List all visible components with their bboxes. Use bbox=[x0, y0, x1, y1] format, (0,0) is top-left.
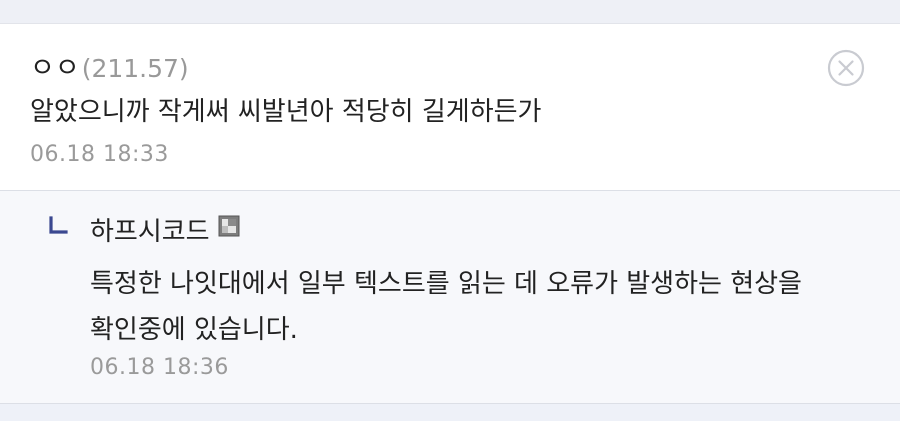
delete-comment-button[interactable] bbox=[827, 49, 865, 87]
reply-nickname[interactable]: 하프시코드 bbox=[90, 211, 210, 248]
reply-author: 하프시코드 bbox=[90, 211, 240, 248]
fixed-nick-icon bbox=[218, 215, 240, 236]
next-comment-divider bbox=[0, 404, 900, 421]
comment-item: ㅇㅇ (211.57) 알았으니까 작게써 씨발년아 적당히 길게하든가 06.… bbox=[0, 24, 900, 191]
comment-ip: (211.57) bbox=[81, 54, 189, 83]
comment-text: 알았으니까 작게써 씨발년아 적당히 길게하든가 bbox=[30, 97, 542, 127]
comment-nickname[interactable]: ㅇㅇ bbox=[30, 46, 80, 85]
previous-comment-divider bbox=[0, 0, 900, 24]
reply-text: 특정한 나잇대에서 일부 텍스트를 읽는 데 오류가 발생하는 현상을 확인중에… bbox=[90, 269, 802, 345]
comment-author: ㅇㅇ (211.57) bbox=[30, 46, 189, 84]
reply-arrow-icon bbox=[49, 216, 68, 234]
reply-item: 하프시코드 특정한 나잇대에서 일부 텍스트를 읽는 데 오류가 발생하는 현상… bbox=[0, 191, 900, 404]
reply-date: 06.18 18:36 bbox=[90, 355, 229, 380]
comment-date: 06.18 18:33 bbox=[30, 142, 169, 167]
close-circle-icon bbox=[827, 49, 865, 87]
